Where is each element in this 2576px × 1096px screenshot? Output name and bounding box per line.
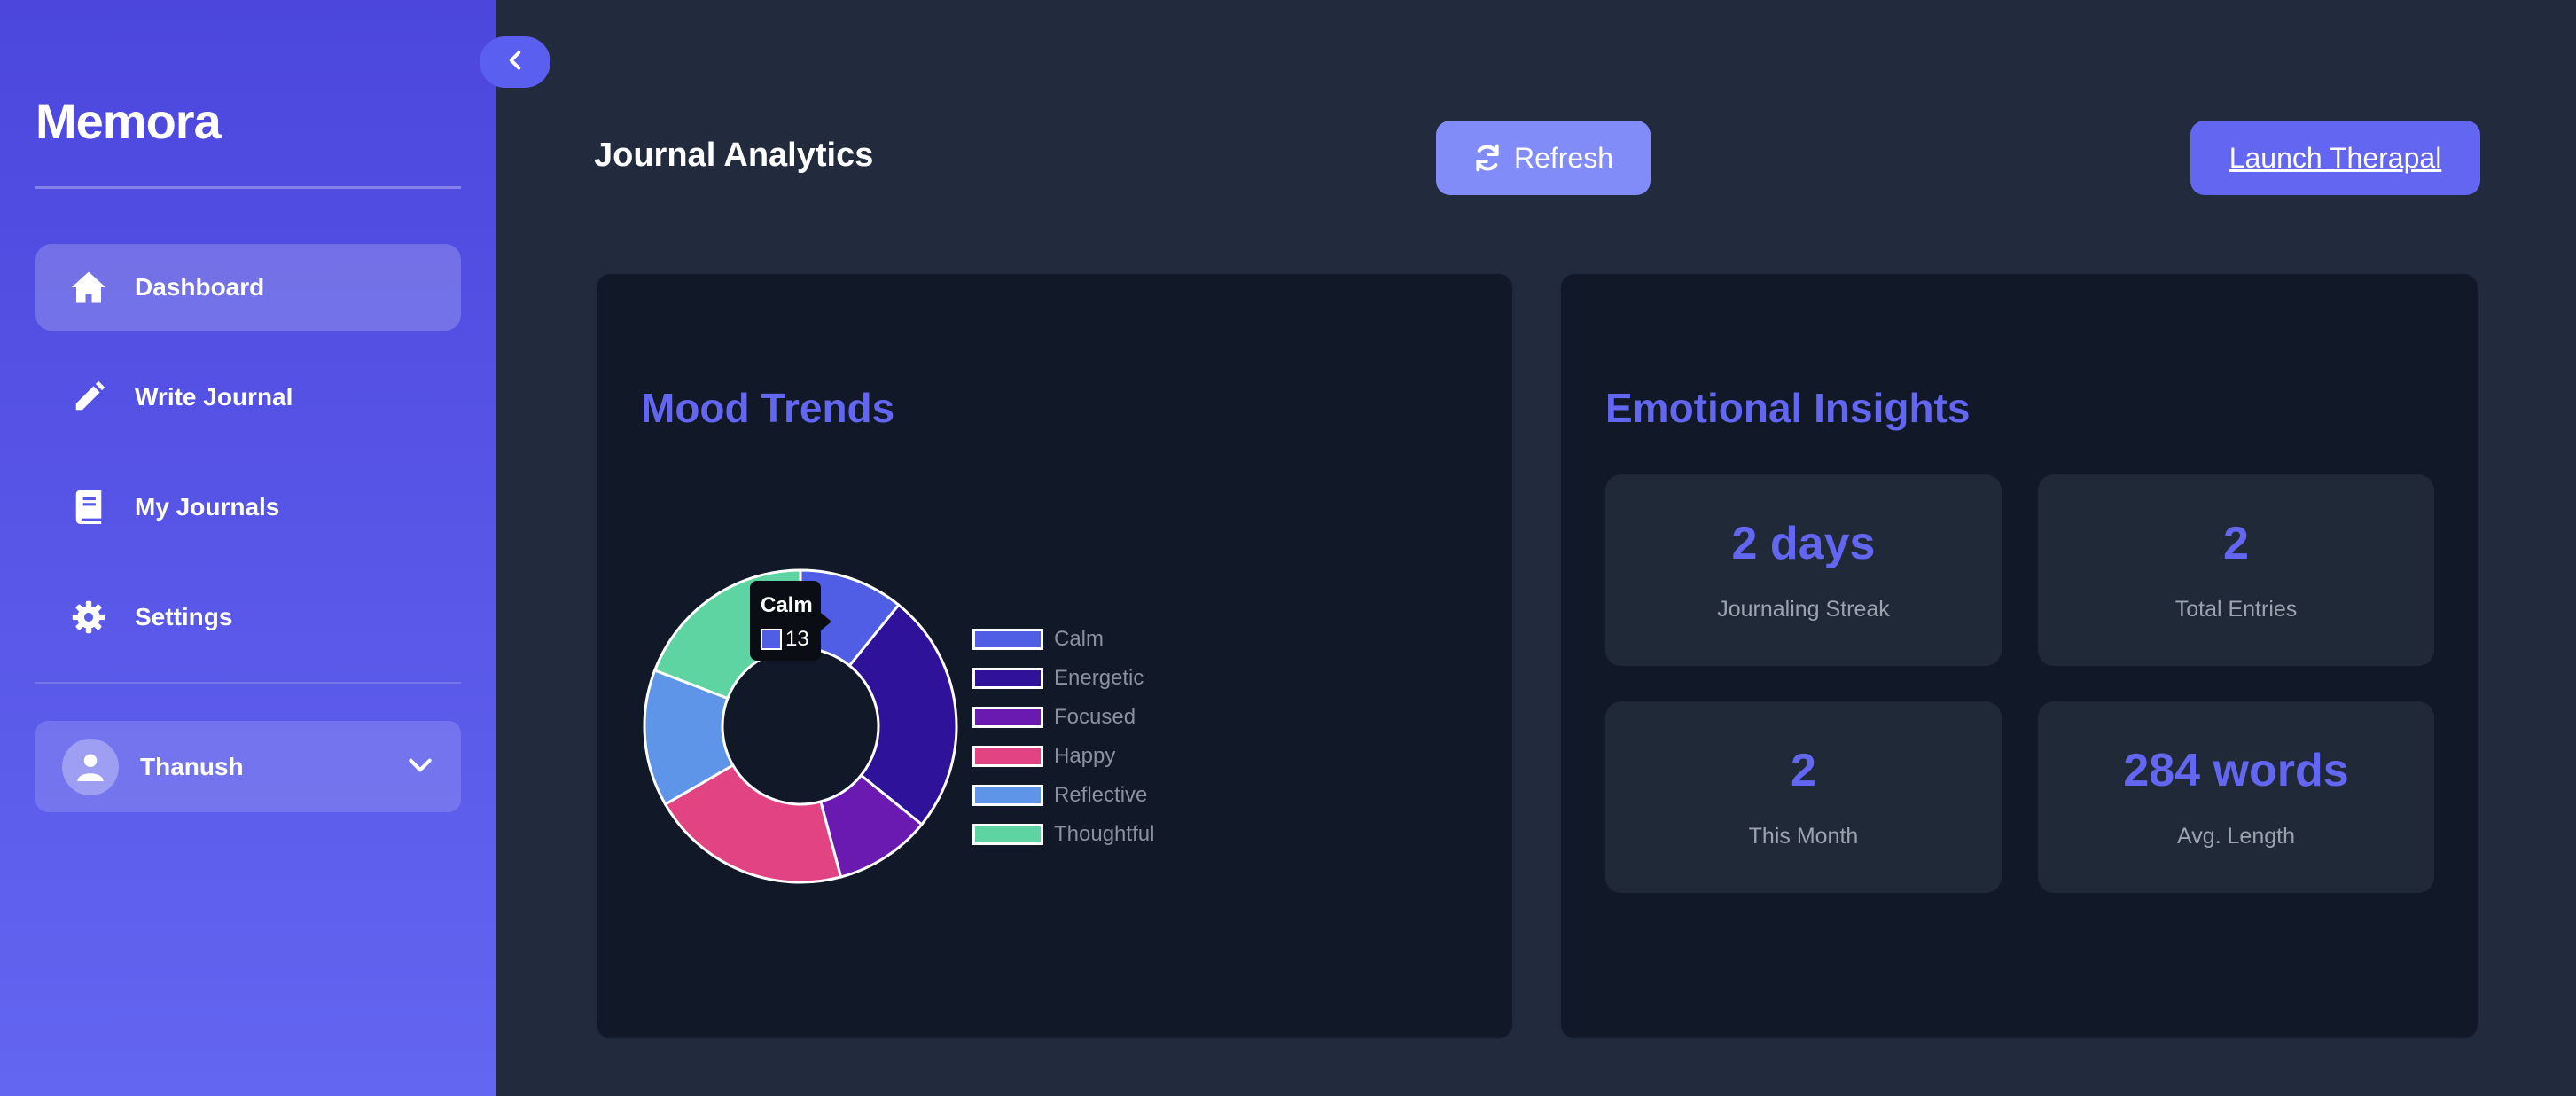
user-name: Thanush xyxy=(140,752,244,780)
stat-label: Avg. Length xyxy=(2177,824,2295,849)
tooltip-value: 13 xyxy=(785,627,809,651)
stat-value: 2 xyxy=(2223,518,2249,569)
avatar xyxy=(62,738,119,795)
sidebar-item-dashboard[interactable]: Dashboard xyxy=(35,244,461,331)
legend-item-thoughtful[interactable]: Thoughtful xyxy=(972,815,1154,854)
sidebar-item-write-journal[interactable]: Write Journal xyxy=(35,354,461,441)
collapse-sidebar-button[interactable] xyxy=(480,36,550,88)
stat-value: 2 days xyxy=(1731,518,1876,569)
gear-icon xyxy=(69,598,108,637)
refresh-icon xyxy=(1473,144,1502,172)
brand-divider xyxy=(35,186,461,189)
sidebar-item-my-journals[interactable]: My Journals xyxy=(35,464,461,551)
tooltip-row: 13 xyxy=(761,627,809,652)
legend-item-reflective[interactable]: Reflective xyxy=(972,776,1154,815)
stat-label: Total Entries xyxy=(2174,597,2298,622)
nav-divider xyxy=(35,682,461,684)
brand-logo: Memora xyxy=(35,93,222,149)
stat-label: Journaling Streak xyxy=(1717,597,1890,622)
chevron-left-icon xyxy=(503,49,527,76)
legend-label: Reflective xyxy=(1054,783,1148,807)
legend-swatch xyxy=(972,746,1043,767)
tooltip-swatch xyxy=(761,629,782,650)
stat-card-streak: 2 days Journaling Streak xyxy=(1605,474,2002,666)
tooltip-caret xyxy=(821,613,831,630)
sidebar-item-settings[interactable]: Settings xyxy=(35,574,461,661)
sidebar-item-label: Dashboard xyxy=(135,273,265,301)
stat-value: 2 xyxy=(1791,745,1816,796)
legend-item-happy[interactable]: Happy xyxy=(972,737,1154,776)
user-icon xyxy=(77,753,104,781)
launch-therapal-button[interactable]: Launch Therapal xyxy=(2190,121,2480,195)
emotional-insights-card: Emotional Insights 2 days Journaling Str… xyxy=(1559,272,2479,1040)
user-menu[interactable]: Thanush xyxy=(35,721,461,812)
legend-item-focused[interactable]: Focused xyxy=(972,698,1154,737)
legend-label: Thoughtful xyxy=(1054,822,1155,846)
chart-legend: Calm Energetic Focused Happy Reflective Thoug… xyxy=(972,620,1154,854)
stat-label: This Month xyxy=(1748,824,1859,849)
mood-trends-title: Mood Trends xyxy=(641,385,895,431)
legend-item-energetic[interactable]: Energetic xyxy=(972,659,1154,698)
legend-label: Energetic xyxy=(1054,666,1144,690)
legend-swatch xyxy=(972,785,1043,806)
sidebar-item-label: My Journals xyxy=(135,493,280,521)
legend-label: Happy xyxy=(1054,744,1116,768)
legend-swatch xyxy=(972,668,1043,689)
emotional-insights-title: Emotional Insights xyxy=(1605,385,1971,431)
refresh-label: Refresh xyxy=(1513,141,1614,174)
sidebar-item-label: Settings xyxy=(135,603,233,630)
legend-label: Focused xyxy=(1054,705,1136,729)
page-title: Journal Analytics xyxy=(594,137,874,174)
mood-trends-card: Mood Trends Calm Energetic Focused Happy Ref… xyxy=(595,272,1514,1040)
stat-card-avg-length: 284 words Avg. Length xyxy=(2038,701,2434,893)
book-icon xyxy=(69,488,108,527)
sidebar-item-label: Write Journal xyxy=(135,383,293,411)
legend-swatch xyxy=(972,824,1043,845)
legend-swatch xyxy=(972,707,1043,728)
stat-card-this-month: 2 This Month xyxy=(1605,701,2002,893)
tooltip-label: Calm xyxy=(761,593,813,617)
stat-value: 284 words xyxy=(2123,745,2349,796)
home-icon xyxy=(69,268,108,307)
chevron-down-icon xyxy=(406,751,434,786)
sidebar: Memora Dashboard Write Journal My Journa… xyxy=(0,0,496,1096)
refresh-button[interactable]: Refresh xyxy=(1436,121,1651,195)
legend-label: Calm xyxy=(1054,627,1105,651)
chart-tooltip: Calm 13 xyxy=(750,581,831,661)
pencil-icon xyxy=(69,378,108,417)
stat-card-total-entries: 2 Total Entries xyxy=(2038,474,2434,666)
legend-item-calm[interactable]: Calm xyxy=(972,620,1154,659)
legend-swatch xyxy=(972,629,1043,650)
